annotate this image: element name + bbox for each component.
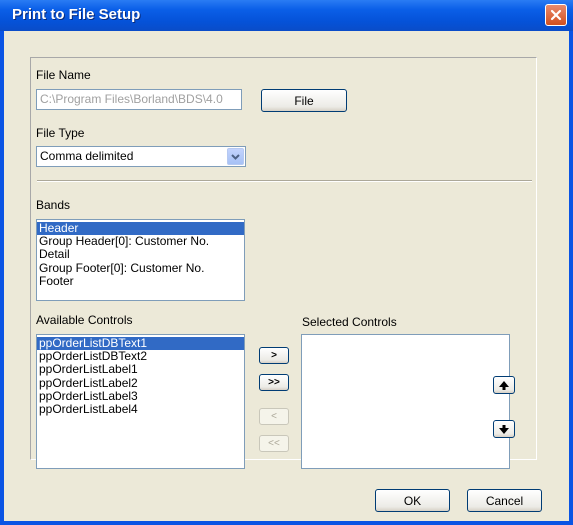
close-button[interactable] [545,4,567,26]
bands-list[interactable]: Header Group Header[0]: Customer No. Detai… [36,219,245,301]
settings-panel: File Name C:\Program Files\Borland\BDS\4… [30,57,537,469]
available-controls-list-item[interactable]: ppOrderListLabel2 [37,376,244,390]
chevron-down-icon [231,153,240,160]
bands-list-item[interactable]: Group Footer[0]: Customer No. [37,261,244,275]
dialog-window: Print to File Setup File Name C:\Program… [0,0,573,525]
bands-list-item[interactable]: Footer [37,274,244,288]
close-icon [550,9,562,21]
available-controls-label: Available Controls [36,313,133,327]
available-controls-list-item[interactable]: ppOrderListLabel4 [37,402,244,416]
move-up-button[interactable] [493,376,515,394]
selected-controls-label: Selected Controls [302,315,397,329]
bands-label: Bands [36,198,71,212]
dropdown-arrow-button[interactable] [227,148,244,165]
window-title: Print to File Setup [12,6,141,23]
remove-all-controls-button[interactable]: << [259,435,289,452]
dialog-client-area: File Name C:\Program Files\Borland\BDS\4… [4,31,569,521]
arrow-up-icon [499,380,509,390]
ok-button[interactable]: OK [375,489,450,512]
add-all-controls-button[interactable]: >> [259,374,289,391]
add-control-button[interactable]: > [259,347,289,364]
file-type-value: Comma delimited [40,149,134,163]
available-controls-list[interactable]: ppOrderListDBText1 ppOrderListDBText2 ppOr… [36,334,245,469]
remove-control-button[interactable]: < [259,408,289,425]
section-divider [37,180,532,182]
bands-list-item[interactable]: Detail [37,248,244,261]
arrow-down-icon [499,424,509,434]
file-name-field[interactable]: C:\Program Files\Borland\BDS\4.0 [36,89,242,110]
title-bar[interactable]: Print to File Setup [0,0,573,31]
selected-controls-list[interactable] [301,334,510,469]
move-down-button[interactable] [493,420,515,438]
cancel-button[interactable]: Cancel [467,489,542,512]
available-controls-list-item[interactable]: ppOrderListLabel1 [37,363,244,376]
file-type-select[interactable]: Comma delimited [36,146,246,167]
file-browse-button[interactable]: File [261,89,347,112]
file-name-label: File Name [36,68,91,82]
file-type-label: File Type [36,126,85,140]
